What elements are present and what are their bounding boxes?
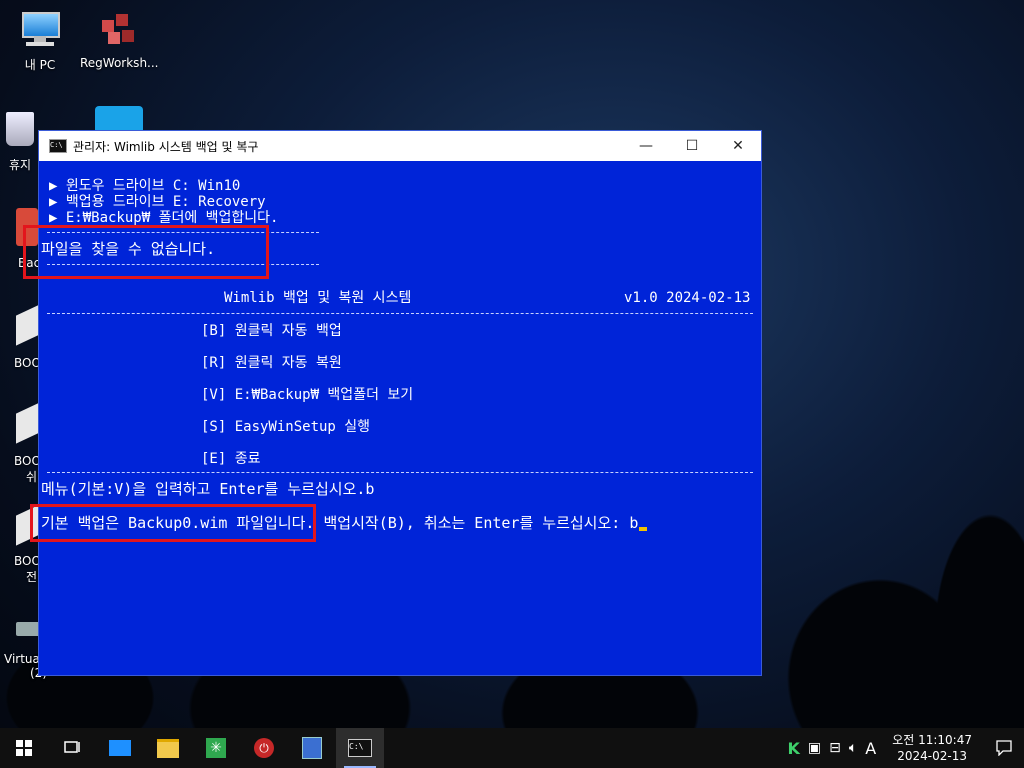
window-title: 관리자: Wimlib 시스템 백업 및 복구 — [73, 139, 259, 154]
virtual-drive-icon — [2, 614, 40, 644]
menu-prompt: 메뉴(기본:V)을 입력하고 Enter를 누르십시오.b — [41, 480, 375, 498]
windows-logo-icon — [16, 740, 32, 756]
volume-icon[interactable]: 🔈︎ — [849, 740, 857, 756]
network-icon[interactable]: ⊟ — [829, 740, 841, 756]
desktop-icon-boot-1[interactable]: BOO — [0, 304, 41, 370]
notification-icon — [996, 740, 1012, 756]
menu-item-view-folder: [V] E:₩Backup₩ 백업폴더 보기 — [201, 387, 414, 403]
header-version: v1.0 2024-02-13 — [624, 290, 751, 306]
notification-button[interactable] — [984, 728, 1024, 768]
desktop: 내 PC RegWorksh... 휴지 Bac BOO BOO 쉬 BOO 전… — [0, 0, 1024, 728]
cmd-icon: C:\ — [348, 739, 372, 757]
regworkshop-icon — [96, 8, 140, 52]
clock-time: 오전 11:10:47 — [892, 733, 972, 747]
taskbar-app-power[interactable]: ⏻ — [240, 728, 288, 768]
backup-confirm-text: 백업시작(B), 취소는 Enter를 누르십시오: b — [314, 514, 639, 532]
clock[interactable]: 오전 11:10:47 2024-02-13 — [892, 732, 972, 764]
taskbar-app-green-tool[interactable]: ✳ — [192, 728, 240, 768]
desktop-icon-boot-2[interactable]: BOO 쉬 — [0, 402, 41, 484]
folder-icon — [157, 738, 179, 758]
disk-icon — [2, 304, 40, 350]
highlight-box — [23, 225, 269, 279]
clock-date: 2024-02-13 — [897, 749, 967, 763]
task-view-icon — [64, 741, 80, 753]
box-app-icon[interactable]: ▣ — [808, 740, 821, 756]
divider — [47, 313, 753, 314]
info-line: ▶ E:₩Backup₩ 폴더에 백업합니다. — [49, 210, 279, 226]
desktop-icon-regworkshop[interactable]: RegWorksh... — [80, 8, 159, 70]
menu-item-exit: [E] 종료 — [201, 451, 261, 467]
taskbar-app-cmd[interactable]: C:\ — [336, 728, 384, 768]
k-app-icon[interactable]: K — [787, 739, 799, 758]
console-window[interactable]: C:\ 관리자: Wimlib 시스템 백업 및 복구 — ☐ ✕ ▶ 윈도우 … — [23, 130, 762, 676]
title-bar[interactable]: C:\ 관리자: Wimlib 시스템 백업 및 복구 — ☐ ✕ — [39, 131, 761, 161]
minimize-button[interactable]: — — [623, 131, 669, 161]
info-line: ▶ 백업용 드라이브 E: Recovery — [49, 194, 266, 210]
power-icon: ⏻ — [254, 738, 274, 758]
header-title: Wimlib 백업 및 복원 시스템 — [224, 290, 412, 306]
menu-item-backup: [B] 원클릭 자동 백업 — [201, 323, 342, 339]
grid-tool-icon: ✳ — [206, 738, 226, 758]
cmd-icon: C:\ — [49, 139, 67, 153]
close-button[interactable]: ✕ — [715, 131, 761, 161]
recycle-bin-icon — [2, 108, 38, 152]
console-output[interactable]: ▶ 윈도우 드라이브 C: Win10 ▶ 백업용 드라이브 E: Recove… — [23, 161, 761, 675]
computer-icon — [18, 8, 62, 52]
monitor-icon — [109, 740, 131, 756]
desktop-icon-virtual[interactable]: Virtua (2) — [0, 614, 47, 680]
divider — [47, 472, 753, 473]
taskbar-app-desktop[interactable] — [96, 728, 144, 768]
notepad-icon — [302, 737, 322, 759]
menu-item-easywinsetup: [S] EasyWinSetup 실행 — [201, 419, 371, 435]
desktop-icon-my-pc[interactable]: 내 PC — [2, 8, 78, 73]
info-line: ▶ 윈도우 드라이브 C: Win10 — [49, 178, 241, 194]
taskbar: ✳ ⏻ C:\ K ▣ ⊟ 🔈︎ A 오전 11:10:47 2024-02-1… — [0, 728, 1024, 768]
menu-item-restore: [R] 원클릭 자동 복원 — [201, 355, 342, 371]
task-view-button[interactable] — [48, 728, 96, 768]
disk-icon — [2, 402, 40, 448]
desktop-icon-recycle-bin[interactable]: 휴지 — [0, 108, 40, 173]
taskbar-app-notepad[interactable] — [288, 728, 336, 768]
system-tray: K ▣ ⊟ 🔈︎ A 오전 11:10:47 2024-02-13 — [783, 728, 1024, 768]
highlight-box — [30, 504, 316, 542]
maximize-button[interactable]: ☐ — [669, 131, 715, 161]
text-cursor — [639, 527, 648, 531]
ime-indicator[interactable]: A — [865, 739, 876, 758]
taskbar-app-explorer[interactable] — [144, 728, 192, 768]
start-button[interactable] — [0, 728, 48, 768]
